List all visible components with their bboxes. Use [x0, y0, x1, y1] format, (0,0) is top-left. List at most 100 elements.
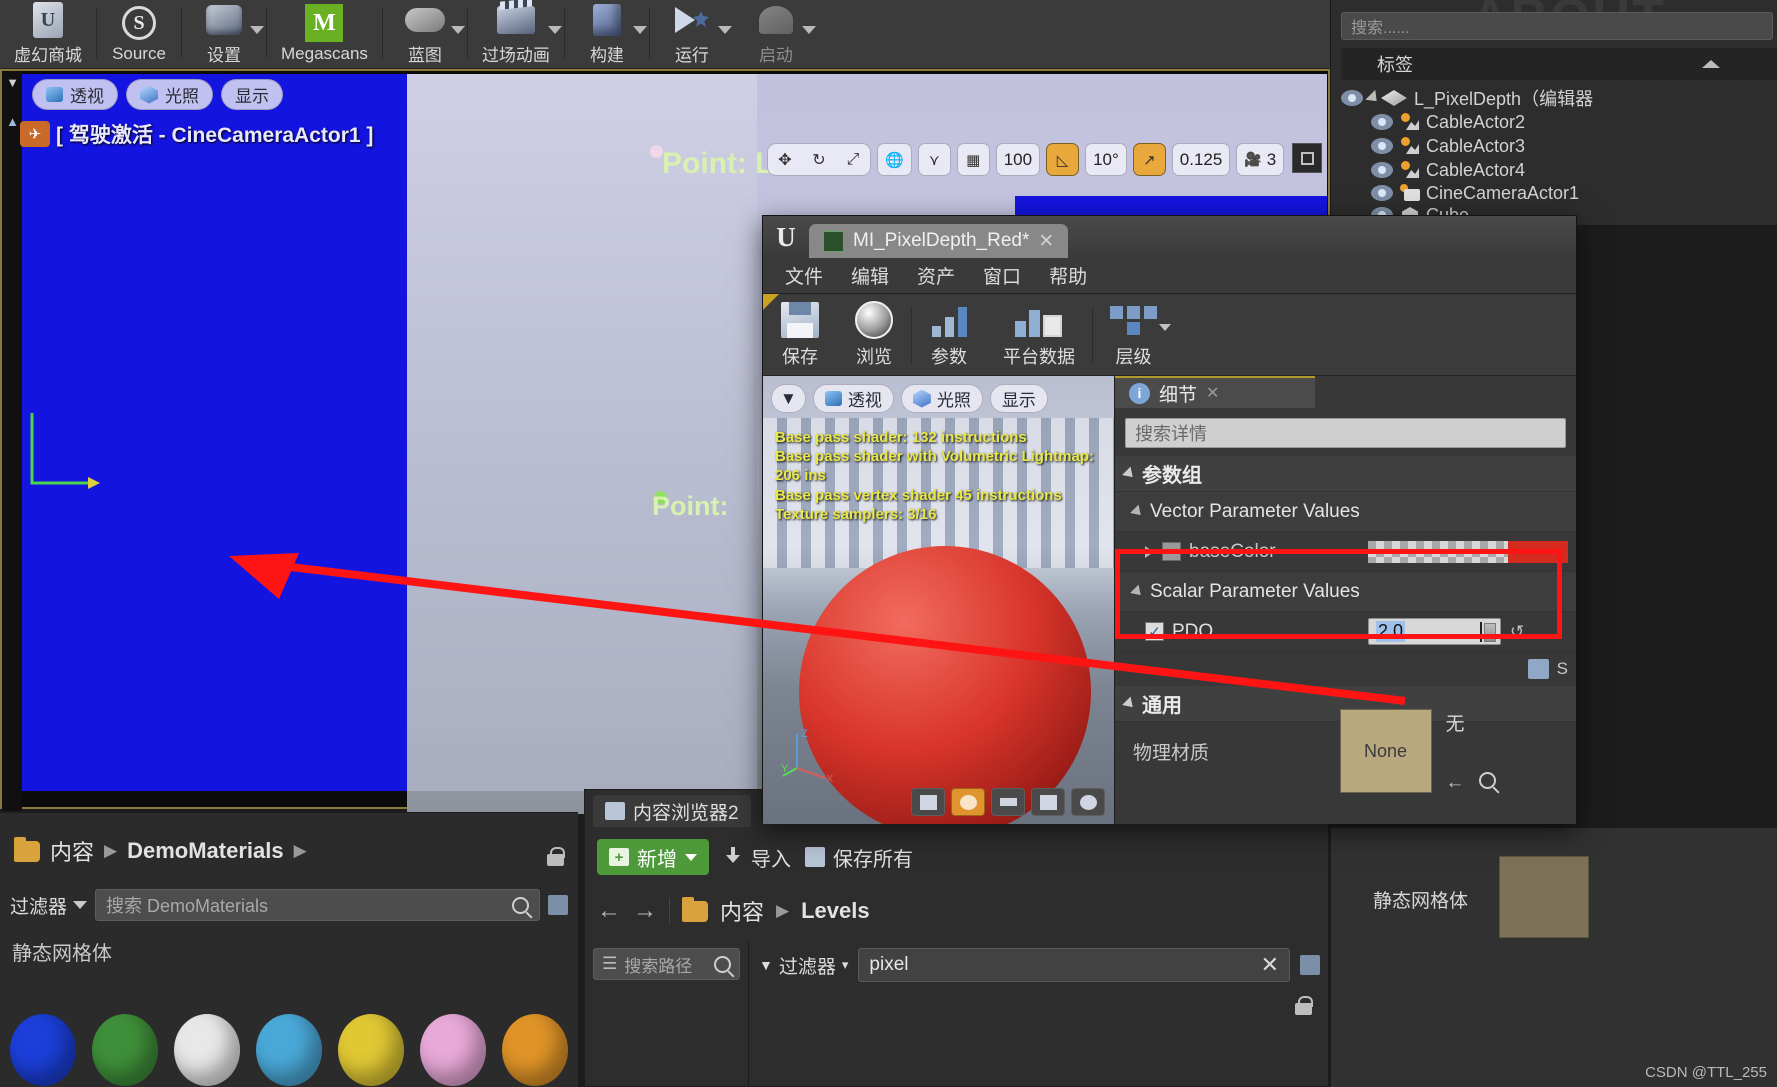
color-swatch-value[interactable] — [1508, 540, 1568, 563]
filter-dropdown-button[interactable]: 过滤器 — [10, 892, 88, 919]
toolbar-item-settings[interactable]: 设置 — [182, 0, 266, 69]
reset-to-default-icon[interactable]: ↺ — [1510, 622, 1524, 642]
back-icon[interactable]: ← — [597, 897, 621, 925]
back-icon[interactable]: ← — [1446, 772, 1465, 794]
asset-thumbnail[interactable] — [10, 1014, 76, 1086]
toolbar-item-marketplace[interactable]: U 虚幻商城 — [0, 0, 96, 69]
preview-cube-button[interactable] — [1031, 788, 1065, 816]
sort-ascending-icon[interactable] — [1702, 60, 1720, 68]
scale-snap-button[interactable]: ↗ — [1132, 143, 1166, 176]
expand-triangle-icon[interactable] — [1365, 89, 1382, 107]
material-parameters-button[interactable]: 参数 — [912, 294, 986, 376]
outliner-row-cableactor3[interactable]: CableActor3 — [1341, 134, 1525, 158]
asset-thumbnail[interactable] — [256, 1014, 322, 1086]
chevron-down-icon[interactable] — [632, 26, 647, 34]
outliner-column-header[interactable]: 标签 — [1341, 48, 1777, 80]
close-icon[interactable]: ✕ — [1038, 230, 1054, 253]
search-icon[interactable] — [512, 896, 529, 914]
details-search-input[interactable]: 搜索详情 — [1125, 418, 1566, 448]
breadcrumb-content[interactable]: 内容 — [50, 835, 94, 867]
material-platform-stats-button[interactable]: 平台数据 — [986, 294, 1092, 376]
transform-mode-group[interactable]: ✥ ↻ ⤢ — [767, 143, 871, 176]
save-icon[interactable] — [1527, 659, 1549, 679]
visibility-eye-icon[interactable] — [1341, 90, 1363, 106]
add-new-button[interactable]: + 新增 — [597, 839, 709, 875]
preview-custom-mesh-button[interactable] — [1071, 788, 1105, 816]
breadcrumb-demomaterials[interactable]: DemoMaterials — [127, 838, 284, 864]
forward-icon[interactable]: → — [633, 897, 657, 925]
preview-lit-button[interactable]: 光照 — [900, 384, 983, 413]
outliner-row-level[interactable]: L_PixelDepth（编辑器 — [1341, 86, 1593, 110]
toolbar-item-play[interactable]: 运行 — [650, 0, 734, 69]
filter-dropdown-button[interactable]: ▼ 过滤器 ▾ — [759, 952, 848, 979]
spinner-icon[interactable] — [1484, 623, 1496, 642]
search-icon[interactable] — [714, 955, 731, 973]
toolbar-item-build[interactable]: 构建 — [565, 0, 649, 69]
viewport-scroll-arrows[interactable]: ▼ ▲ — [4, 75, 21, 165]
breadcrumb-content[interactable]: 内容 — [720, 895, 764, 927]
lock-icon[interactable] — [547, 847, 565, 868]
outliner-search-input[interactable]: 搜索...... — [1341, 12, 1773, 40]
preview-sphere-mesh[interactable] — [799, 546, 1091, 824]
chevron-down-icon[interactable] — [1159, 323, 1171, 331]
details-tab[interactable]: i 细节 ✕ — [1115, 376, 1315, 408]
menu-window[interactable]: 窗口 — [983, 262, 1021, 289]
grid-size-dropdown[interactable]: 100 — [995, 143, 1041, 176]
visibility-eye-icon[interactable] — [1371, 138, 1393, 154]
chevron-down-icon[interactable]: ▼ — [4, 75, 21, 90]
preview-perspective-button[interactable]: 透视 — [812, 384, 894, 413]
surface-snap-button[interactable]: ⋎ — [917, 143, 951, 176]
save-icon[interactable] — [548, 895, 568, 915]
asset-thumbnail[interactable] — [1499, 856, 1589, 938]
chevron-down-icon[interactable] — [450, 26, 465, 34]
clear-search-icon[interactable]: ✕ — [1261, 952, 1279, 978]
outliner-row-cableactor2[interactable]: CableActor2 — [1341, 110, 1525, 134]
import-button[interactable]: 导入 — [723, 843, 791, 872]
param-row-pdo[interactable]: ✓ PDO 2.0 ↺ — [1115, 612, 1576, 652]
outliner-row-cableactor4[interactable]: CableActor4 — [1341, 158, 1525, 182]
content-search-input[interactable]: 搜索 DemoMaterials — [95, 889, 540, 921]
save-all-button[interactable]: 保存所有 — [805, 843, 913, 872]
scale-gizmo-icon[interactable]: ⤢ — [836, 144, 870, 175]
coordinate-space-button[interactable]: 🌐 — [877, 143, 912, 176]
parameter-enable-checkbox[interactable] — [1162, 542, 1181, 561]
pdo-value-input[interactable]: 2.0 — [1368, 618, 1501, 645]
asset-thumbnail[interactable] — [92, 1014, 158, 1086]
asset-thumbnail[interactable] — [502, 1014, 568, 1086]
viewport-lit-button[interactable]: 光照 — [126, 79, 213, 110]
param-row-basecolor[interactable]: baseColor — [1115, 532, 1576, 572]
section-parameter-groups[interactable]: 参数组 — [1115, 456, 1576, 492]
angle-size-dropdown[interactable]: 10° — [1085, 143, 1127, 176]
preview-cylinder-button[interactable] — [911, 788, 945, 816]
toolbar-item-cinematics[interactable]: 过场动画 — [468, 0, 564, 69]
maximize-viewport-button[interactable] — [1292, 143, 1322, 173]
menu-help[interactable]: 帮助 — [1049, 262, 1087, 289]
material-preview-viewport[interactable]: ▼ 透视 光照 显示 Base pass shader: 132 instruc… — [763, 376, 1115, 824]
expand-triangle-icon[interactable] — [1145, 545, 1154, 558]
chevron-down-icon[interactable] — [801, 26, 816, 34]
chevron-down-icon[interactable] — [717, 26, 732, 34]
color-swatch-checker[interactable] — [1368, 540, 1508, 563]
viewport-show-button[interactable]: 显示 — [221, 79, 283, 110]
path-search-input[interactable]: ☰ 搜索路径 — [593, 948, 740, 980]
chevron-up-icon[interactable]: ▲ — [4, 114, 21, 129]
scale-size-dropdown[interactable]: 0.125 — [1171, 143, 1231, 176]
save-search-icon[interactable] — [1300, 955, 1320, 975]
asset-thumbnail[interactable] — [338, 1014, 404, 1086]
physical-material-thumbnail[interactable]: None — [1339, 709, 1432, 793]
viewport-perspective-button[interactable]: 透视 — [32, 79, 118, 110]
menu-edit[interactable]: 编辑 — [851, 262, 889, 289]
search-icon[interactable] — [1478, 771, 1496, 789]
grid-snap-button[interactable]: ▦ — [956, 143, 990, 176]
visibility-eye-icon[interactable] — [1371, 162, 1393, 178]
toolbar-item-blueprint[interactable]: 蓝图 — [383, 0, 467, 69]
toolbar-item-megascans[interactable]: M Megascans — [267, 0, 382, 69]
chevron-down-icon[interactable] — [547, 26, 562, 34]
section-scalar-parameter-values[interactable]: Scalar Parameter Values — [1115, 572, 1576, 612]
pdo-enable-checkbox[interactable]: ✓ — [1145, 622, 1164, 641]
toolbar-item-source-control[interactable]: S Source — [97, 0, 181, 69]
close-icon[interactable]: ✕ — [1206, 383, 1219, 403]
toolbar-item-launch[interactable]: 启动 — [734, 0, 818, 69]
chevron-down-icon[interactable] — [250, 26, 264, 34]
asset-search-input[interactable]: pixel ✕ — [858, 948, 1290, 982]
